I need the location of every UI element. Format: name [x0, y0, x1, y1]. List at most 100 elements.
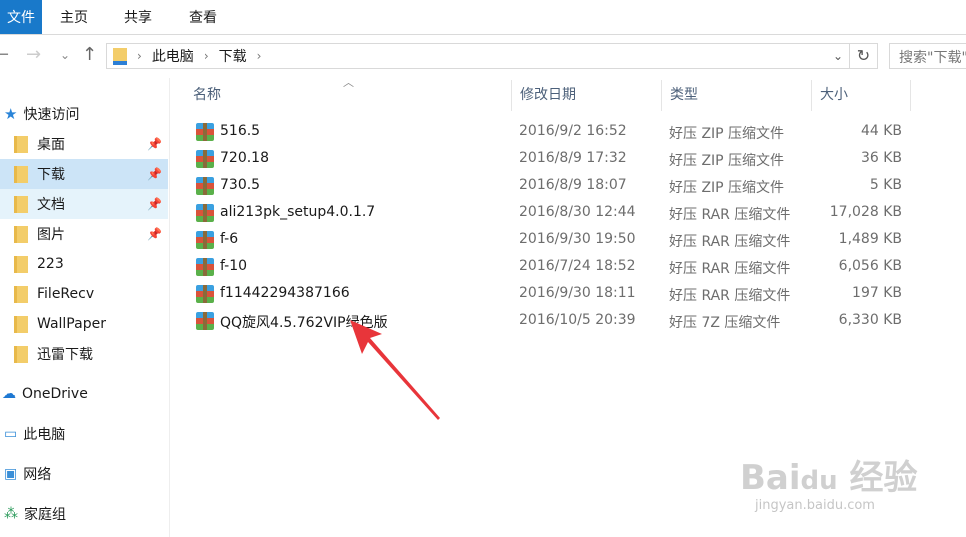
file-date: 2016/9/30 19:50 — [519, 231, 636, 247]
archive-icon — [196, 231, 214, 249]
address-dropdown-icon[interactable]: ⌄ — [833, 49, 843, 63]
file-date: 2016/9/2 16:52 — [519, 123, 627, 139]
file-type: 好压 RAR 压缩文件 — [669, 234, 791, 250]
file-row[interactable]: ali213pk_setup4.0.1.7 2016/8/30 12:44 好压… — [190, 200, 910, 227]
file-size: 44 KB — [860, 123, 902, 139]
forward-arrow-icon[interactable]: → — [26, 44, 41, 65]
file-type: 好压 RAR 压缩文件 — [669, 288, 791, 304]
sidebar-item-downloads[interactable]: 下载 📌 — [0, 159, 168, 189]
file-date: 2016/10/5 20:39 — [519, 312, 636, 328]
sidebar-item-desktop[interactable]: 桌面 📌 — [0, 129, 168, 159]
column-header-size[interactable]: 大小 — [811, 80, 911, 111]
file-name: 516.5 — [220, 123, 261, 139]
column-header-type[interactable]: 类型 — [661, 80, 811, 111]
sidebar-item-filerecv[interactable]: FileRecv — [0, 279, 168, 309]
up-arrow-icon[interactable]: ↑ — [82, 44, 97, 65]
download-folder-icon — [14, 165, 28, 183]
file-row[interactable]: 516.5 2016/9/2 16:52 好压 ZIP 压缩文件 44 KB — [190, 119, 910, 146]
file-row[interactable]: f-10 2016/7/24 18:52 好压 RAR 压缩文件 6,056 K… — [190, 254, 910, 281]
file-date: 2016/8/30 12:44 — [519, 204, 636, 220]
file-type: 好压 7Z 压缩文件 — [669, 315, 781, 331]
desktop-folder-icon — [14, 135, 28, 153]
folder-icon — [14, 345, 28, 363]
folder-icon — [14, 255, 28, 273]
archive-icon — [196, 285, 214, 303]
file-name: f11442294387166 — [220, 285, 350, 301]
tab-share[interactable]: 共享 — [124, 0, 152, 34]
baidu-watermark: Baidu 经验 — [740, 458, 918, 498]
pin-icon[interactable]: 📌 — [147, 137, 162, 151]
tab-home[interactable]: 主页 — [60, 0, 88, 34]
file-type: 好压 ZIP 压缩文件 — [669, 153, 785, 169]
archive-icon — [196, 258, 214, 276]
sidebar-item-quick-access[interactable]: ★ 快速访问 — [0, 99, 168, 129]
file-row[interactable]: f11442294387166 2016/9/30 18:11 好压 RAR 压… — [190, 281, 910, 308]
pin-icon[interactable]: 📌 — [147, 197, 162, 211]
pane-divider — [169, 78, 170, 537]
annotation-arrow — [350, 320, 440, 420]
folder-icon — [14, 285, 28, 303]
pin-icon[interactable]: 📌 — [147, 227, 162, 241]
file-name: f-10 — [220, 258, 248, 274]
file-size: 1,489 KB — [838, 231, 902, 247]
file-date: 2016/9/30 18:11 — [519, 285, 636, 301]
pictures-folder-icon — [14, 225, 28, 243]
search-input[interactable]: 搜索"下载" — [889, 43, 966, 69]
column-header-date[interactable]: 修改日期 — [511, 80, 661, 111]
tab-view[interactable]: 查看 — [189, 0, 217, 34]
file-row[interactable]: 730.5 2016/8/9 18:07 好压 ZIP 压缩文件 5 KB — [190, 173, 910, 200]
file-date: 2016/7/24 18:52 — [519, 258, 636, 274]
folder-icon — [14, 315, 28, 333]
recent-chevron-down-icon[interactable]: ⌄ — [60, 48, 70, 62]
address-bar[interactable]: › 此电脑 › 下载 › ⌄ — [106, 43, 850, 69]
breadcrumb-downloads[interactable]: 下载 — [219, 46, 247, 66]
sidebar-item-xunlei[interactable]: 迅雷下载 — [0, 339, 168, 369]
cloud-icon: ☁ — [2, 386, 16, 402]
file-size: 17,028 KB — [829, 204, 902, 220]
chevron-right-icon: › — [137, 49, 142, 63]
star-icon: ★ — [4, 105, 18, 123]
sidebar-item-223[interactable]: 223 — [0, 249, 168, 279]
refresh-icon[interactable]: ↻ — [850, 43, 878, 69]
download-folder-icon — [113, 47, 127, 65]
file-name: f-6 — [220, 231, 239, 247]
file-size: 6,056 KB — [838, 258, 902, 274]
sidebar-item-onedrive[interactable]: ☁ OneDrive — [0, 379, 168, 409]
file-type: 好压 RAR 压缩文件 — [669, 261, 791, 277]
chevron-right-icon[interactable]: › — [257, 49, 262, 63]
chevron-right-icon: › — [203, 49, 209, 63]
file-type: 好压 RAR 压缩文件 — [669, 207, 791, 223]
computer-icon: ▭ — [4, 426, 18, 442]
file-name: 730.5 — [220, 177, 261, 193]
back-arrow-icon[interactable]: ← — [0, 44, 9, 65]
breadcrumb-this-pc[interactable]: 此电脑 — [152, 46, 194, 66]
sidebar-item-this-pc[interactable]: ▭ 此电脑 — [0, 419, 168, 449]
file-date: 2016/8/9 18:07 — [519, 177, 627, 193]
file-size: 6,330 KB — [838, 312, 902, 328]
network-icon: ▣ — [4, 466, 18, 482]
file-type: 好压 ZIP 压缩文件 — [669, 126, 785, 142]
watermark-url: jingyan.baidu.com — [755, 498, 875, 513]
column-header-name[interactable]: 名称 — [185, 80, 511, 111]
sidebar-item-documents[interactable]: 文档 📌 — [0, 189, 168, 219]
file-row[interactable]: QQ旋风4.5.762VIP绿色版 2016/10/5 20:39 好压 7Z … — [190, 308, 910, 335]
homegroup-icon: ⁂ — [4, 506, 18, 522]
archive-icon — [196, 150, 214, 168]
archive-icon — [196, 312, 214, 330]
tab-file[interactable]: 文件 — [0, 0, 42, 34]
documents-folder-icon — [14, 195, 28, 213]
sidebar-item-wallpaper[interactable]: WallPaper — [0, 309, 168, 339]
file-row[interactable]: 720.18 2016/8/9 17:32 好压 ZIP 压缩文件 36 KB — [190, 146, 910, 173]
file-size: 36 KB — [860, 150, 902, 166]
file-name: ali213pk_setup4.0.1.7 — [220, 204, 376, 220]
file-row[interactable]: f-6 2016/9/30 19:50 好压 RAR 压缩文件 1,489 KB — [190, 227, 910, 254]
sidebar-item-homegroup[interactable]: ⁂ 家庭组 — [0, 499, 168, 529]
sidebar-item-network[interactable]: ▣ 网络 — [0, 459, 168, 489]
archive-icon — [196, 204, 214, 222]
file-size: 197 KB — [852, 285, 902, 301]
pin-icon[interactable]: 📌 — [147, 167, 162, 181]
sidebar-item-pictures[interactable]: 图片 📌 — [0, 219, 168, 249]
file-type: 好压 ZIP 压缩文件 — [669, 180, 785, 196]
archive-icon — [196, 123, 214, 141]
archive-icon — [196, 177, 214, 195]
